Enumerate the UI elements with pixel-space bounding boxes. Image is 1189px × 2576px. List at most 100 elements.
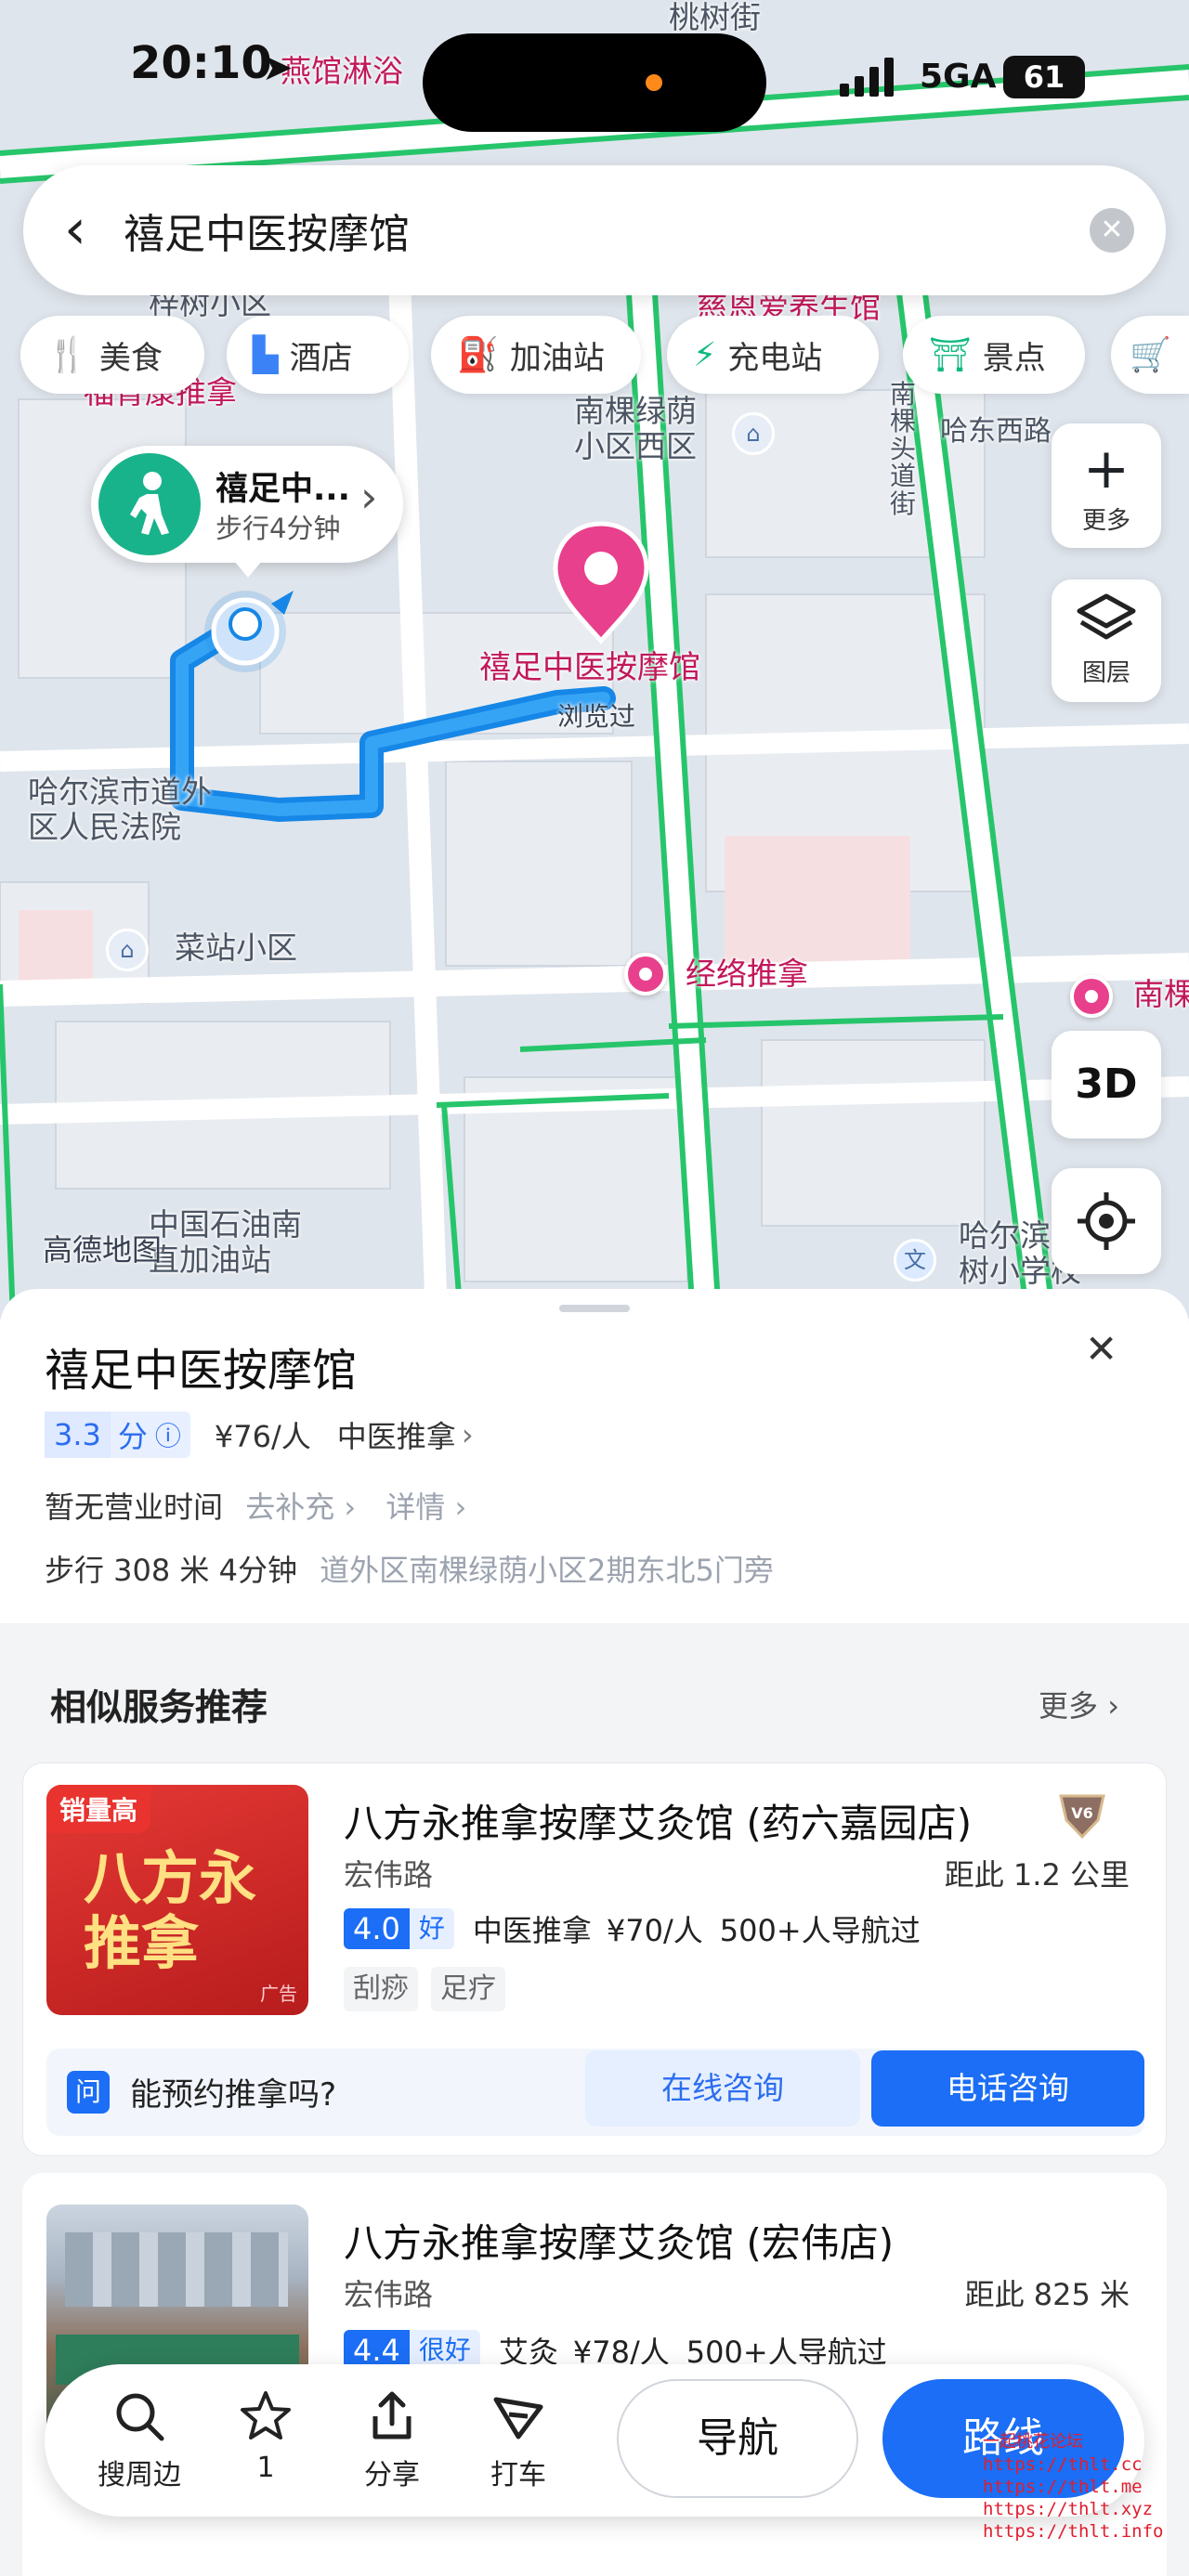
poi-marker[interactable] <box>1070 975 1113 1018</box>
chip-label: 加油站 <box>509 339 605 377</box>
3d-button[interactable]: 3D <box>1052 1031 1161 1138</box>
phone-consult-button[interactable]: 电话咨询 <box>871 2050 1144 2127</box>
score-badge: 3.3 分 ⓘ <box>45 1412 190 1458</box>
taxi-button[interactable]: 打车 <box>463 2388 574 2492</box>
shop-name[interactable]: 八方永推拿按摩艾灸馆 (宏伟店) <box>344 2212 894 2269</box>
destination-label: 禧足中医按摩馆 <box>479 649 700 686</box>
search-nearby-button[interactable]: 搜周边 <box>84 2388 195 2492</box>
building-icon: ▙ <box>253 335 279 374</box>
chip-label: 美食 <box>98 339 163 377</box>
add-hours-link[interactable]: 去补充 <box>245 1490 334 1525</box>
walk-distance: 步行 308 米 4分钟 <box>45 1553 297 1588</box>
hours-row: 暂无营业时间 去补充 › 详情 › <box>45 1490 467 1525</box>
place-price: ¥76/人 <box>214 1419 311 1454</box>
place-title: 禧足中医按摩馆 <box>45 1345 358 1397</box>
search-query[interactable]: 禧足中医按摩馆 <box>124 201 410 260</box>
network-type: 5GA <box>920 58 997 96</box>
more-button[interactable]: + 更多 <box>1052 423 1161 548</box>
chip-label: 酒店 <box>289 339 353 377</box>
info-icon[interactable]: ⓘ <box>155 1416 190 1453</box>
share-icon <box>372 2391 412 2439</box>
place-rating-row: 3.3 分 ⓘ ¥76/人 中医推拿 › <box>45 1412 474 1458</box>
distance-row: 步行 308 米 4分钟 道外区南棵绿荫小区2期东北5门旁 <box>45 1547 774 1590</box>
back-icon[interactable]: ‹ <box>64 197 86 262</box>
fuel-pump-icon: ⛽ <box>457 336 499 374</box>
destination-pin-icon[interactable] <box>552 520 650 650</box>
map-label-petro: 中国石油南 直加油站 <box>149 1206 302 1278</box>
hours-text: 暂无营业时间 <box>45 1490 224 1525</box>
search-icon <box>116 2393 164 2441</box>
cart-icon: 🛒 <box>1130 336 1171 374</box>
map-label-nanhe: 南棵 <box>1133 976 1189 1012</box>
residential-icon: ⌂ <box>106 929 149 971</box>
clear-icon[interactable]: ✕ <box>1090 208 1134 253</box>
navigate-button[interactable]: 导航 <box>617 2379 858 2498</box>
plus-icon: + <box>1082 436 1130 501</box>
layers-button[interactable]: 图层 <box>1052 579 1161 702</box>
pedestrian-icon <box>98 453 201 555</box>
school-icon: 文 <box>894 1239 936 1281</box>
chevron-right-icon: › <box>461 1417 474 1452</box>
walk-duration: 步行4分钟 <box>216 513 341 544</box>
map-label-bathhouse: 燕馆淋浴 <box>281 53 403 89</box>
question-text: 能预约推拿吗? <box>130 2076 337 2114</box>
svg-text:V6: V6 <box>1071 1804 1093 1822</box>
question-icon: 问 <box>67 2071 110 2114</box>
locate-icon <box>1078 1192 1135 1250</box>
poi-marker[interactable] <box>624 953 667 995</box>
chip-food[interactable]: 🍴 美食 <box>20 316 204 394</box>
chip-gas-station[interactable]: ⛽ 加油站 <box>431 316 641 394</box>
locate-button[interactable] <box>1052 1168 1161 1274</box>
share-button[interactable]: 分享 <box>336 2388 448 2492</box>
chip-scenic[interactable]: ⛩ 景点 <box>903 316 1085 394</box>
walk-time-bubble[interactable]: 禧足中... 步行4分钟 › <box>91 446 403 563</box>
similar-title: 相似服务推荐 <box>50 1687 268 1729</box>
shop-street: 宏伟路 <box>344 2277 434 2312</box>
service-tag: 刮痧 <box>344 1967 418 2011</box>
charging-icon: ⚡ <box>693 335 717 374</box>
viewed-badge: 浏览过 <box>557 701 636 732</box>
walk-destination: 禧足中... <box>216 471 350 508</box>
sales-badge: 销量高 <box>46 1785 151 1833</box>
status-time: 20:10 <box>130 37 272 89</box>
shop-distance: 距此 825 米 <box>964 2277 1130 2312</box>
pavilion-icon: ⛩ <box>929 336 972 374</box>
shop-street: 宏伟路 <box>344 1857 434 1893</box>
chip-shopping[interactable]: 🛒 <box>1111 316 1189 394</box>
online-consult-button[interactable]: 在线咨询 <box>585 2050 860 2127</box>
chip-charging[interactable]: ⚡ 充电站 <box>667 316 879 394</box>
chip-label: 景点 <box>982 339 1046 377</box>
ad-label: 广告 <box>260 1983 297 2005</box>
v6-badge-icon: V6 <box>1059 1794 1105 1840</box>
map-label-street: 桃树街 <box>669 0 761 35</box>
watermark: 一起桃花论坛 https://thlt.cc https://thlt.me h… <box>983 2432 1164 2542</box>
more-label: 更多 <box>1081 507 1130 535</box>
map-logo: 高德地图 <box>43 1232 163 1268</box>
battery-indicator: 61 <box>1003 56 1085 98</box>
fork-knife-icon: 🍴 <box>46 336 88 374</box>
dynamic-island <box>423 33 766 132</box>
thumb-text: 八方永 推拿 <box>84 1844 257 1977</box>
shop-name[interactable]: 八方永推拿按摩艾灸馆 (药六嘉园店) <box>344 1792 972 1849</box>
shop-rating-row: 4.0 好 中医推拿 ¥70/人 500+人导航过 <box>344 1907 921 1950</box>
chevron-right-icon: › <box>360 472 378 522</box>
search-bar[interactable]: ‹ 禧足中医按摩馆 ✕ <box>23 165 1166 295</box>
details-link[interactable]: 详情 <box>385 1490 445 1525</box>
close-icon[interactable]: ✕ <box>1085 1326 1117 1372</box>
chip-hotel[interactable]: ▙ 酒店 <box>227 316 409 394</box>
map-label-nanfeng-street: 南 棵 头 道 街 <box>890 379 917 519</box>
shop-distance: 距此 1.2 公里 <box>944 1857 1130 1893</box>
place-address: 道外区南棵绿荫小区2期东北5门旁 <box>320 1553 774 1588</box>
shop-thumbnail[interactable]: 销量高 八方永 推拿 广告 <box>46 1785 308 2015</box>
signal-icon <box>840 58 894 97</box>
layers-icon <box>1077 593 1136 640</box>
residential-icon: ⌂ <box>732 412 775 455</box>
sheet-handle[interactable] <box>559 1305 630 1312</box>
bubble-tail <box>234 561 262 578</box>
place-category[interactable]: 中医推拿 <box>337 1413 456 1456</box>
taxi-icon <box>493 2397 543 2439</box>
map-label-nanfeng-west: 南棵绿荫 小区西区 <box>574 393 697 464</box>
similar-more-link[interactable]: 更多 › <box>1039 1683 1119 1725</box>
favorite-button[interactable]: 1 <box>210 2388 321 2484</box>
chip-label: 充电站 <box>727 339 823 377</box>
